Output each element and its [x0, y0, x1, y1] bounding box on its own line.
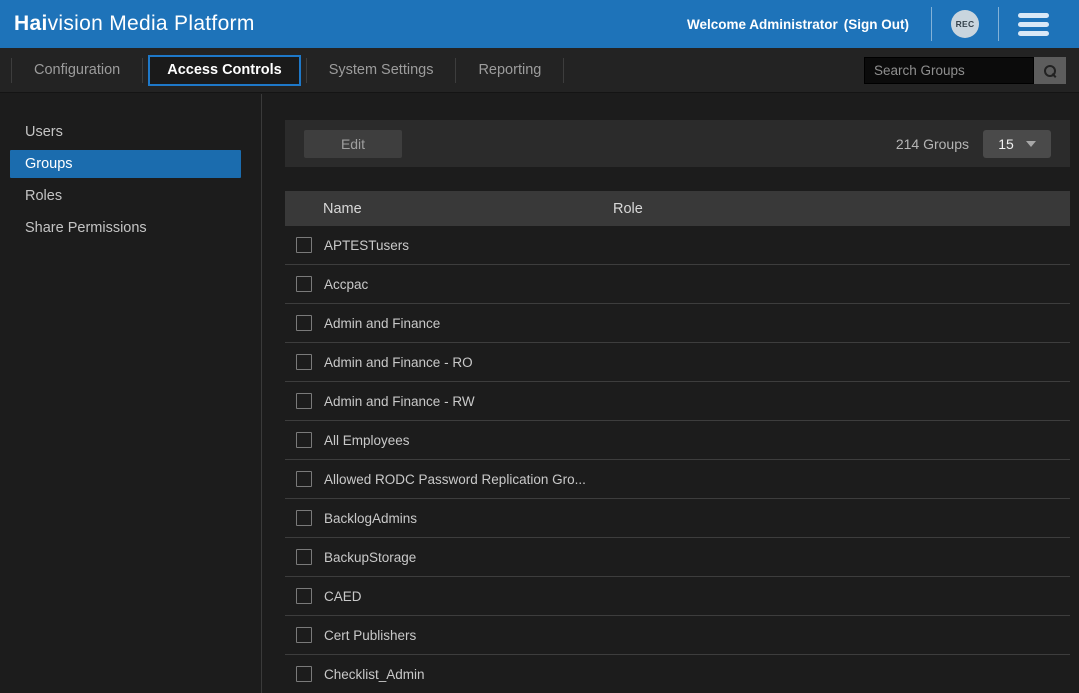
tab-configuration[interactable]: Configuration [12, 48, 142, 93]
group-name: BacklogAdmins [324, 511, 602, 526]
row-checkbox[interactable] [296, 510, 312, 526]
tab-access-controls[interactable]: Access Controls [148, 55, 300, 86]
table-row[interactable]: Admin and Finance - RO [285, 343, 1070, 382]
group-name: BackupStorage [324, 550, 602, 565]
row-checkbox[interactable] [296, 471, 312, 487]
tab-reporting[interactable]: Reporting [456, 48, 563, 93]
sign-out-link[interactable]: (Sign Out) [844, 17, 909, 32]
groups-count: 214 Groups [896, 136, 969, 152]
row-checkbox[interactable] [296, 627, 312, 643]
table-row[interactable]: Cert Publishers [285, 616, 1070, 655]
nav-tabs: ConfigurationAccess ControlsSystem Setti… [0, 48, 564, 92]
group-name: Admin and Finance [324, 316, 602, 331]
search-wrap [864, 57, 1066, 84]
row-checkbox[interactable] [296, 276, 312, 292]
group-name: Accpac [324, 277, 602, 292]
chevron-down-icon [1026, 141, 1036, 147]
groups-table: Name Role APTESTusers Accpac Admin and Fin… [285, 191, 1070, 693]
row-checkbox[interactable] [296, 393, 312, 409]
page-size-dropdown[interactable]: 15 [983, 130, 1051, 158]
header-divider [998, 7, 999, 41]
rec-badge-icon[interactable]: REC [951, 10, 979, 38]
brand-rest: vision Media Platform [48, 12, 255, 35]
brand-logo: Haivision Media Platform [14, 12, 255, 36]
row-checkbox[interactable] [296, 588, 312, 604]
table-body: APTESTusers Accpac Admin and Finance Admin … [285, 226, 1070, 693]
table-row[interactable]: Accpac [285, 265, 1070, 304]
column-header-role: Role [613, 201, 1070, 217]
table-row[interactable]: Allowed RODC Password Replication Gro... [285, 460, 1070, 499]
hamburger-menu-icon[interactable] [1018, 13, 1049, 36]
sidebar-item-share-permissions[interactable]: Share Permissions [10, 214, 241, 242]
table-row[interactable]: CAED [285, 577, 1070, 616]
sidebar-item-users[interactable]: Users [10, 118, 241, 146]
sidebar-item-roles[interactable]: Roles [10, 182, 241, 210]
table-row[interactable]: BacklogAdmins [285, 499, 1070, 538]
row-checkbox[interactable] [296, 666, 312, 682]
row-checkbox[interactable] [296, 237, 312, 253]
group-name: CAED [324, 589, 602, 604]
content-area: Edit 214 Groups 15 Name Role APTESTusers… [263, 94, 1079, 693]
table-row[interactable]: Admin and Finance [285, 304, 1070, 343]
row-checkbox[interactable] [296, 549, 312, 565]
group-name: Checklist_Admin [324, 667, 602, 682]
welcome-text: Welcome Administrator [687, 17, 838, 32]
page-size-value: 15 [998, 136, 1014, 152]
group-name: All Employees [324, 433, 602, 448]
sidebar-item-groups[interactable]: Groups [10, 150, 241, 178]
group-name: APTESTusers [324, 238, 602, 253]
table-row[interactable]: Admin and Finance - RW [285, 382, 1070, 421]
table-header: Name Role [285, 191, 1070, 226]
row-checkbox[interactable] [296, 315, 312, 331]
groups-toolbar: Edit 214 Groups 15 [285, 120, 1070, 167]
search-button[interactable] [1034, 57, 1066, 84]
row-checkbox[interactable] [296, 432, 312, 448]
search-icon [1043, 64, 1057, 78]
group-name: Admin and Finance - RO [324, 355, 602, 370]
edit-button[interactable]: Edit [304, 130, 402, 158]
search-input[interactable] [864, 57, 1034, 84]
tab-divider [563, 58, 564, 83]
table-row[interactable]: All Employees [285, 421, 1070, 460]
row-checkbox[interactable] [296, 354, 312, 370]
main-navbar: ConfigurationAccess ControlsSystem Setti… [0, 48, 1079, 93]
group-name: Admin and Finance - RW [324, 394, 602, 409]
group-name: Cert Publishers [324, 628, 602, 643]
column-header-name: Name [285, 201, 613, 217]
tab-divider [142, 58, 143, 83]
table-row[interactable]: BackupStorage [285, 538, 1070, 577]
header-divider [931, 7, 932, 41]
table-row[interactable]: APTESTusers [285, 226, 1070, 265]
sidebar: Users Groups Roles Share Permissions [0, 94, 262, 693]
app-header: Haivision Media Platform Welcome Adminis… [0, 0, 1079, 48]
group-name: Allowed RODC Password Replication Gro... [324, 472, 602, 487]
tab-system-settings[interactable]: System Settings [307, 48, 456, 93]
table-row[interactable]: Checklist_Admin [285, 655, 1070, 693]
brand-bold: Hai [14, 12, 48, 35]
